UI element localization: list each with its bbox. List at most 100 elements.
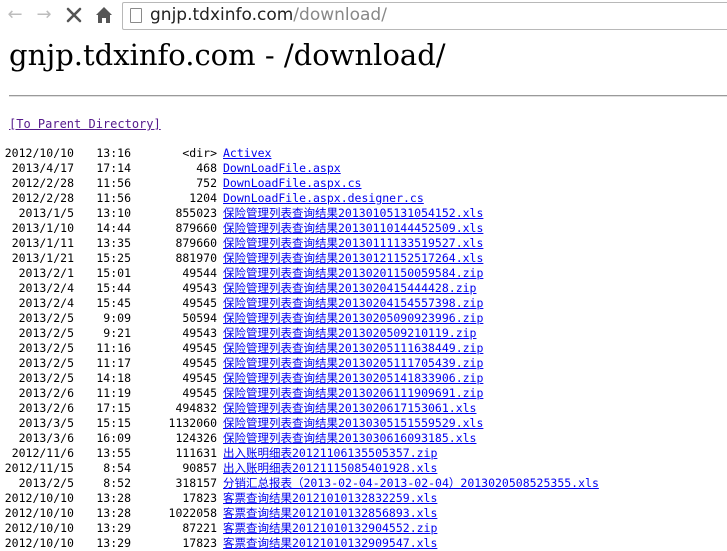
file-size: 90857 [182, 461, 217, 475]
file-row: 2013/2/4 15:44 49543 保险管理列表查询结果201302041544… [0, 281, 727, 296]
file-row: 2013/1/21 15:25 881970 保险管理列表查询结果2013012115… [0, 251, 727, 266]
file-date: 2012/10/10 [4, 521, 74, 535]
home-icon[interactable] [93, 4, 115, 26]
forward-arrow-icon[interactable]: → [33, 4, 55, 26]
file-row: 2013/2/5 9:21 49543 保险管理列表查询结果2013020509210… [0, 326, 727, 341]
file-date: 2012/2/28 [11, 191, 74, 205]
file-time: 13:28 [96, 506, 131, 520]
file-link[interactable]: 保险管理列表查询结果20130205111638449.zip [223, 341, 483, 356]
file-row: 2012/10/10 13:16 <dir> Activex [0, 146, 727, 161]
file-size: 1204 [189, 191, 217, 205]
file-row: 2013/4/17 17:14 468 DownLoadFile.aspx [0, 161, 727, 176]
file-link[interactable]: DownLoadFile.aspx [223, 161, 341, 176]
file-time: 13:35 [96, 236, 131, 250]
file-date: 2013/2/5 [18, 326, 74, 340]
file-size: 879660 [175, 236, 217, 250]
file-link[interactable]: 保险管理列表查询结果20130206111909691.zip [223, 386, 483, 401]
file-link[interactable]: 保险管理列表查询结果20130205090923996.zip [223, 311, 483, 326]
file-time: 9:21 [103, 326, 131, 340]
file-time: 15:44 [96, 281, 131, 295]
page-icon [130, 8, 142, 23]
file-date: 2013/3/6 [18, 431, 74, 445]
file-link[interactable]: 保险管理列表查询结果2013020617153061.xls [223, 401, 476, 416]
file-size: 1132060 [168, 416, 217, 430]
file-link[interactable]: 保险管理列表查询结果20130205141833906.zip [223, 371, 483, 386]
file-row: 2013/2/5 9:09 50594 保险管理列表查询结果2013020509092… [0, 311, 727, 326]
file-size: 49543 [182, 326, 217, 340]
back-arrow-icon[interactable]: ← [4, 4, 26, 26]
file-row: 2013/2/5 11:16 49545 保险管理列表查询结果201302051116… [0, 341, 727, 356]
browser-toolbar: ← → gnjp.tdxinfo.com/download/ [0, 0, 727, 32]
file-link[interactable]: 保险管理列表查询结果20130121152517264.xls [223, 251, 483, 266]
file-size: 855023 [175, 206, 217, 220]
file-time: 13:16 [96, 146, 131, 160]
file-link[interactable]: 保险管理列表查询结果2013020415444428.zip [223, 281, 476, 296]
file-row: 2012/2/28 11:56 752 DownLoadFile.aspx.cs [0, 176, 727, 191]
file-link[interactable]: 保险管理列表查询结果20130201150059584.zip [223, 266, 483, 281]
file-date: 2013/2/1 [18, 266, 74, 280]
file-date: 2013/4/17 [11, 161, 74, 175]
file-time: 13:10 [96, 206, 131, 220]
file-size: 49543 [182, 281, 217, 295]
stop-icon[interactable] [63, 4, 85, 26]
home-glyph [96, 7, 112, 23]
file-time: 13:28 [96, 491, 131, 505]
file-time: 11:56 [96, 176, 131, 190]
file-link[interactable]: 保险管理列表查询结果20130110144452509.xls [223, 221, 483, 236]
file-link[interactable]: 分销汇总报表（2013-02-04-2013-02-04）20130205085… [223, 476, 599, 491]
file-size: <dir> [182, 146, 217, 160]
file-time: 13:55 [96, 446, 131, 460]
file-link[interactable]: 保险管理列表查询结果20130205111705439.zip [223, 356, 483, 371]
file-link[interactable]: 出入账明细表20121106135505357.zip [223, 446, 437, 461]
file-link[interactable]: 保险管理列表查询结果20130105131054152.xls [223, 206, 483, 221]
file-size: 1022058 [168, 506, 217, 520]
file-row: 2013/2/4 15:45 49545 保险管理列表查询结果201302041545… [0, 296, 727, 311]
file-link[interactable]: 出入账明细表20121115085401928.xls [223, 461, 437, 476]
file-link[interactable]: Activex [223, 146, 271, 161]
file-row: 2012/11/6 13:55 111631 出入账明细表20121106135505… [0, 446, 727, 461]
file-size: 50594 [182, 311, 217, 325]
page-title: gnjp.tdxinfo.com - /download/ [9, 38, 446, 72]
file-link[interactable]: 保险管理列表查询结果20130111133519527.xls [223, 236, 483, 251]
file-link[interactable]: 客票查询结果20121010132832259.xls [223, 491, 437, 506]
stop-x-glyph [66, 7, 82, 23]
file-time: 8:54 [103, 461, 131, 475]
url-text[interactable]: gnjp.tdxinfo.com/download/ [150, 5, 387, 25]
file-date: 2013/1/11 [11, 236, 74, 250]
file-time: 17:14 [96, 161, 131, 175]
file-link[interactable]: 客票查询结果20121010132904552.zip [223, 521, 437, 536]
file-link[interactable]: 客票查询结果20121010132856893.xls [223, 506, 437, 521]
file-time: 14:18 [96, 371, 131, 385]
file-row: 2013/3/5 15:15 1132060 保险管理列表查询结果2013030515… [0, 416, 727, 431]
file-row: 2013/2/1 15:01 49544 保险管理列表查询结果201302011500… [0, 266, 727, 281]
file-row: 2013/2/6 17:15 494832 保险管理列表查询结果20130206171… [0, 401, 727, 416]
address-bar[interactable]: gnjp.tdxinfo.com/download/ [122, 2, 727, 30]
file-size: 468 [196, 161, 217, 175]
file-date: 2013/2/5 [18, 356, 74, 370]
file-date: 2013/2/4 [18, 281, 74, 295]
file-link[interactable]: 保险管理列表查询结果2013030616093185.xls [223, 431, 476, 446]
file-date: 2013/1/5 [18, 206, 74, 220]
file-row: 2013/1/10 14:44 879660 保险管理列表查询结果2013011014… [0, 221, 727, 236]
file-link[interactable]: 保险管理列表查询结果20130204154557398.zip [223, 296, 483, 311]
file-link[interactable]: DownLoadFile.aspx.designer.cs [223, 191, 424, 206]
file-time: 15:01 [96, 266, 131, 280]
file-size: 49545 [182, 341, 217, 355]
file-size: 49544 [182, 266, 217, 280]
file-date: 2013/2/6 [18, 401, 74, 415]
file-link[interactable]: 保险管理列表查询结果20130305151559529.xls [223, 416, 483, 431]
file-time: 15:15 [96, 416, 131, 430]
parent-directory-link[interactable]: [To Parent Directory] [9, 117, 161, 131]
file-time: 11:19 [96, 386, 131, 400]
file-size: 124326 [175, 431, 217, 445]
file-date: 2013/2/5 [18, 371, 74, 385]
file-link[interactable]: 保险管理列表查询结果2013020509210119.zip [223, 326, 476, 341]
file-date: 2013/3/5 [18, 416, 74, 430]
file-row: 2013/3/6 16:09 124326 保险管理列表查询结果20130306160… [0, 431, 727, 446]
file-row: 2012/10/10 13:28 17823 客票查询结果20121010132832… [0, 491, 727, 506]
file-row: 2012/2/28 11:56 1204 DownLoadFile.aspx.desi… [0, 191, 727, 206]
file-time: 9:09 [103, 311, 131, 325]
file-row: 2013/2/5 8:52 318157 分销汇总报表（2013-02-04-2013… [0, 476, 727, 491]
file-date: 2012/10/10 [4, 146, 74, 160]
file-link[interactable]: DownLoadFile.aspx.cs [223, 176, 361, 191]
